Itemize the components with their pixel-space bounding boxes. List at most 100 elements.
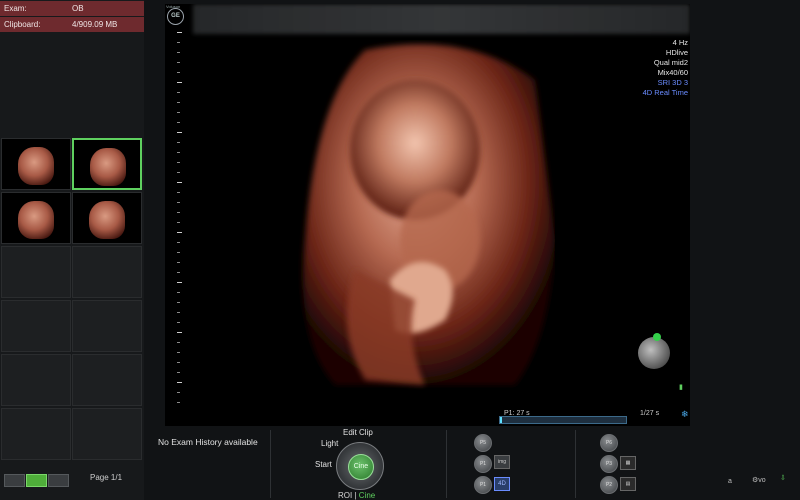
- depth-scale-tick: [177, 272, 180, 273]
- depth-scale-tick: [177, 72, 180, 73]
- empty-slot: [1, 354, 71, 406]
- p1-button[interactable]: P1: [474, 455, 492, 473]
- param-line-blue: SRI 3D 3: [657, 78, 688, 87]
- depth-scale-tick: [177, 322, 180, 323]
- empty-slot: [72, 354, 142, 406]
- depth-scale-tick: [177, 242, 180, 243]
- orientation-sphere-icon[interactable]: [638, 333, 670, 369]
- depth-scale-tick: [177, 152, 180, 153]
- zoom-icon: ▮: [679, 384, 683, 391]
- divider: [575, 430, 576, 498]
- depth-scale-tick: [177, 32, 182, 33]
- cine-frame-label: 1/27 s: [640, 410, 660, 417]
- fetus-3d-render: [303, 44, 555, 386]
- depth-scale-tick: [177, 382, 182, 383]
- depth-scale-tick: [177, 112, 180, 113]
- cine-progress-fill: [500, 417, 502, 423]
- depth-scale-tick: [177, 252, 180, 253]
- orientation-marker: [653, 333, 661, 341]
- clipboard-thumbnail-grid: [0, 138, 144, 462]
- exam-label: Exam:: [4, 4, 27, 13]
- depth-scale-tick: [177, 342, 180, 343]
- depth-scale-tick: [177, 212, 180, 213]
- depth-scale-tick: [177, 202, 180, 203]
- depth-scale-tick: [177, 82, 182, 83]
- depth-scale-tick: [177, 332, 182, 333]
- depth-scale-tick: [177, 232, 182, 233]
- page-next-button[interactable]: [48, 474, 69, 487]
- depth-scale-tick: [177, 52, 180, 53]
- thumbnail-image: [18, 147, 54, 185]
- start-label[interactable]: Start: [315, 460, 332, 469]
- depth-scale: [177, 32, 182, 412]
- thumbnail-4[interactable]: [72, 192, 142, 244]
- ultrasound-viewer[interactable]: Voluson GE 4 Hz HDlive Qual mid2 Mix40/6…: [165, 4, 690, 426]
- depth-scale-tick: [177, 162, 180, 163]
- param-line: HDlive: [665, 48, 688, 57]
- color-map-icon[interactable]: ▦: [620, 456, 636, 470]
- roi-label[interactable]: ROI: [338, 491, 352, 500]
- depth-scale-tick: [177, 282, 182, 283]
- thumbnail-image: [18, 201, 54, 239]
- depth-scale-tick: [177, 262, 180, 263]
- empty-slot: [72, 246, 142, 298]
- param-line-blue: 4D Real Time: [642, 88, 688, 97]
- exam-history-status: No Exam History available: [158, 437, 258, 447]
- print-icon[interactable]: ▤: [620, 477, 636, 491]
- cine-knob-button[interactable]: Cine: [348, 454, 374, 480]
- cine-progress-bar[interactable]: [499, 416, 627, 424]
- depth-scale-tick: [177, 142, 180, 143]
- depth-scale-tick: [177, 182, 182, 183]
- depth-scale-tick: [177, 172, 180, 173]
- cine-trackball-knob[interactable]: Cine: [336, 442, 384, 490]
- thumbnail-2-selected[interactable]: [72, 138, 142, 190]
- image-mode-icon[interactable]: img: [494, 455, 510, 469]
- status-vo-label: vo: [758, 477, 766, 484]
- depth-scale-tick: [177, 292, 180, 293]
- exam-row: Exam: OB: [0, 1, 144, 16]
- param-line: 4 Hz: [672, 38, 688, 47]
- clipboard-value: 4/909.09 MB: [72, 20, 118, 29]
- freeze-snowflake-icon[interactable]: ❄: [681, 409, 689, 420]
- network-icon: ⇩: [780, 475, 786, 482]
- depth-scale-tick: [177, 62, 180, 63]
- depth-scale-tick: [177, 92, 180, 93]
- thumbnail-3[interactable]: [1, 192, 71, 244]
- 4d-mode-button[interactable]: 4D: [494, 477, 510, 491]
- page-prev-button[interactable]: [4, 474, 25, 487]
- transducer-icon: ⚙vo: [752, 477, 766, 484]
- depth-scale-tick: [177, 122, 180, 123]
- depth-scale-tick: [177, 192, 180, 193]
- depth-scale-tick: [177, 392, 180, 393]
- left-panel: Exam: OB Clipboard: 4/909.09 MB Page 1/1: [0, 0, 144, 500]
- edit-clip-label[interactable]: Edit Clip: [343, 428, 373, 437]
- roi-cine-label: ROI | Cine: [338, 491, 375, 500]
- imaging-parameters: 4 Hz HDlive Qual mid2 Mix40/60 SRI 3D 3 …: [643, 38, 688, 98]
- exam-value: OB: [72, 4, 84, 13]
- p1-button-secondary[interactable]: P1: [474, 476, 492, 494]
- depth-scale-tick: [177, 372, 180, 373]
- depth-scale-tick: [177, 42, 180, 43]
- p2-button[interactable]: P2: [600, 476, 618, 494]
- depth-scale-tick: [177, 302, 180, 303]
- light-label[interactable]: Light: [321, 439, 338, 448]
- cine-control-panel: Edit Clip Light Start Cine ROI | Cine: [270, 428, 445, 500]
- thumbnail-1[interactable]: [1, 138, 71, 190]
- depth-scale-tick: [177, 352, 180, 353]
- status-a-label: a: [728, 478, 732, 485]
- patient-header-blurred: [193, 4, 690, 34]
- empty-slot: [1, 246, 71, 298]
- clipboard-row: Clipboard: 4/909.09 MB: [0, 17, 144, 32]
- depth-scale-tick: [177, 102, 180, 103]
- depth-scale-tick: [177, 312, 180, 313]
- p5-button[interactable]: P5: [474, 434, 492, 452]
- p6-button[interactable]: P6: [600, 434, 618, 452]
- p3-button[interactable]: P3: [600, 455, 618, 473]
- param-line: Qual mid2: [653, 58, 688, 67]
- cine-mode-label[interactable]: Cine: [359, 491, 375, 500]
- ge-logo-icon: GE: [167, 8, 184, 25]
- divider: [446, 430, 447, 498]
- empty-slot: [1, 300, 71, 352]
- page-current-button[interactable]: [26, 474, 47, 487]
- empty-slot: [1, 408, 71, 460]
